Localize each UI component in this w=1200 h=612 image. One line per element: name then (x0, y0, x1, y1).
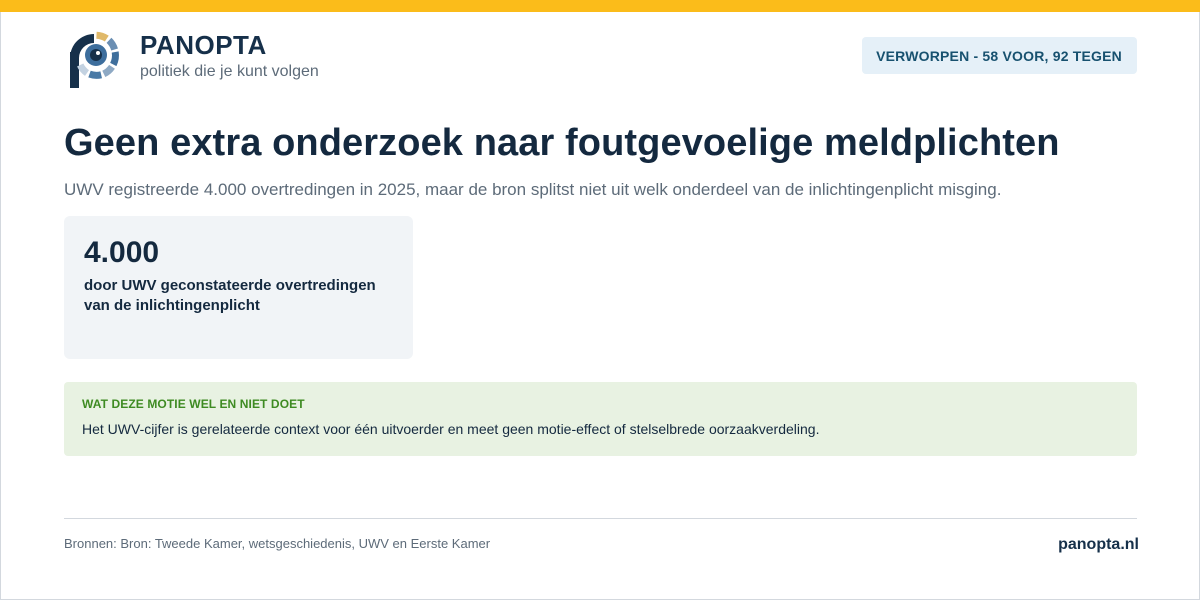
stat-value: 4.000 (84, 236, 160, 269)
brand-tagline: politiek die je kunt volgen (140, 63, 319, 80)
footer-divider (64, 518, 1137, 519)
brand: PANOPTA politiek die je kunt volgen (140, 30, 319, 81)
sources-text: Bronnen: Bron: Tweede Kamer, wetsgeschie… (64, 536, 491, 551)
status-badge: VERWORPEN - 58 VOOR, 92 TEGEN (862, 37, 1137, 74)
note-text: Het UWV-cijfer is gerelateerde context v… (82, 421, 820, 437)
motion-note-box: WAT DEZE MOTIE WEL EN NIET DOET Het UWV-… (64, 382, 1137, 456)
stat-card: 4.000 door UWV geconstateerde overtredin… (64, 216, 413, 359)
brand-name: PANOPTA (140, 30, 267, 60)
panopta-eye-logo-icon (70, 31, 119, 88)
note-title: WAT DEZE MOTIE WEL EN NIET DOET (82, 397, 305, 411)
page-subtitle: UWV registreerde 4.000 overtredingen in … (64, 180, 1002, 199)
site-link[interactable]: panopta.nl (1058, 536, 1139, 554)
stat-label: door UWV geconstateerde overtredingen va… (84, 277, 376, 314)
accent-top-bar (0, 0, 1200, 12)
header: PANOPTA politiek die je kunt volgen VERW… (64, 30, 1137, 90)
page-title: Geen extra onderzoek naar foutgevoelige … (64, 122, 1060, 164)
